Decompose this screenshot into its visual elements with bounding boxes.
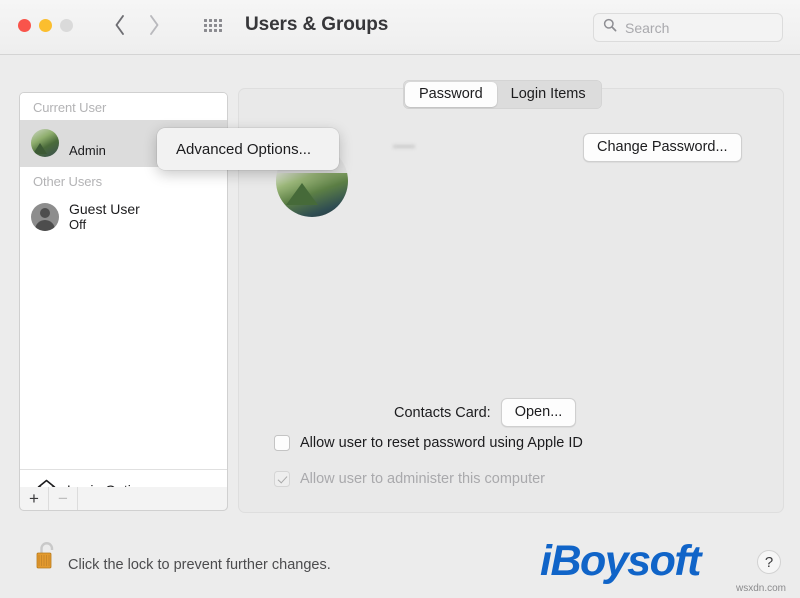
remove-user-button: − [49,487,78,510]
menu-item-advanced-options[interactable]: Advanced Options... [176,141,311,158]
help-button[interactable]: ? [757,550,781,574]
account-full-name-redacted [393,145,415,148]
add-remove-user-toolbar: + − [19,487,228,511]
contacts-card-row: Contacts Card: Open... [394,398,576,427]
show-all-grid-icon[interactable] [204,17,226,39]
iboysoft-watermark: iBoysoft [540,537,700,586]
page-title: Users & Groups [245,14,388,36]
allow-reset-password-label: Allow user to reset password using Apple… [300,435,583,451]
minimize-window-button[interactable] [39,19,52,32]
back-chevron-left-icon[interactable] [113,12,126,38]
segmented-tab-control: Password Login Items [403,80,602,109]
search-icon [603,18,617,37]
guest-user-name: Guest User [69,201,140,217]
window-titlebar: Users & Groups [0,0,800,55]
search-field[interactable] [593,13,783,42]
unlocked-padlock-icon[interactable] [32,538,62,572]
zoom-window-button[interactable] [60,19,73,32]
group-header-other-users: Other Users [20,167,227,194]
tab-password[interactable]: Password [405,82,497,107]
user-photo-avatar [31,129,59,157]
forward-chevron-right-icon[interactable] [148,12,161,38]
group-header-current-user: Current User [20,93,227,120]
contacts-card-label: Contacts Card: [394,405,491,421]
allow-reset-password-checkbox[interactable] [274,435,290,451]
site-note: wsxdn.com [736,583,786,594]
traffic-light-buttons [18,19,73,32]
allow-administer-label: Allow user to administer this computer [300,471,545,487]
open-contacts-card-button[interactable]: Open... [501,398,577,427]
current-user-role: Admin [69,144,106,159]
tab-login-items[interactable]: Login Items [497,82,600,107]
change-password-button[interactable]: Change Password... [583,133,742,162]
allow-reset-password-row[interactable]: Allow user to reset password using Apple… [274,435,583,451]
sidebar-item-guest-user[interactable]: Guest User Off [20,194,227,241]
lock-status-message: Click the lock to prevent further change… [68,557,331,573]
add-user-button[interactable]: + [20,487,49,510]
guest-user-status: Off [69,218,140,233]
allow-administer-checkbox [274,471,290,487]
guest-person-icon [31,203,59,231]
close-window-button[interactable] [18,19,31,32]
context-menu: Advanced Options... [157,128,339,170]
navigation-arrows [113,12,161,38]
search-input[interactable] [623,19,767,37]
current-user-name [69,127,106,143]
allow-administer-row: Allow user to administer this computer [274,471,545,487]
